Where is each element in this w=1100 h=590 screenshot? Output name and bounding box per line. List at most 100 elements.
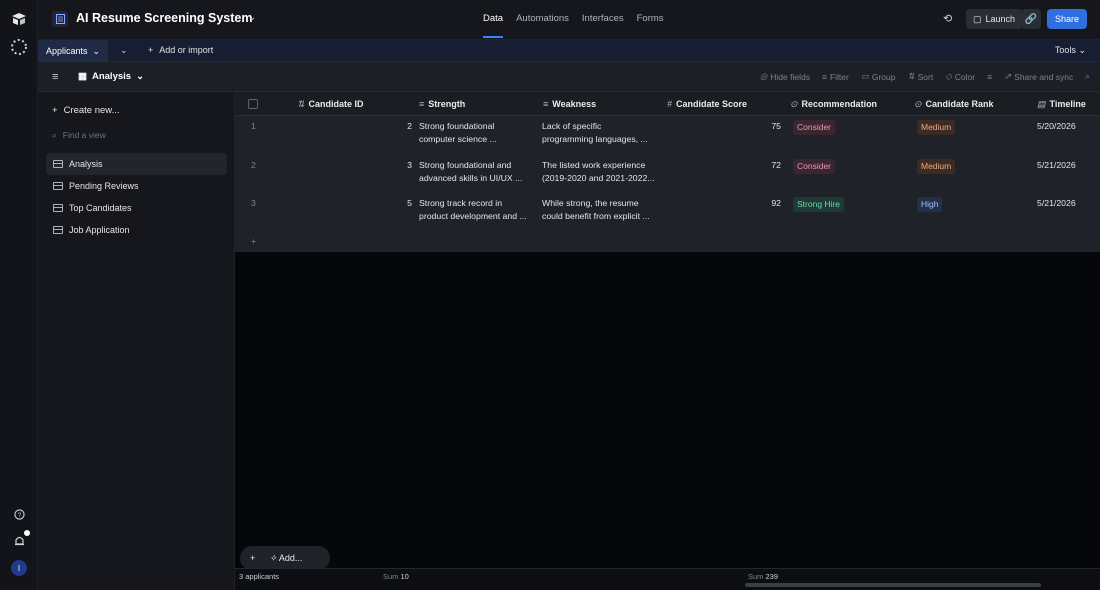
share-button[interactable]: Share bbox=[1047, 9, 1088, 29]
add-row-icon[interactable]: + bbox=[251, 235, 256, 248]
tab-automations[interactable]: Automations bbox=[516, 13, 569, 24]
column-header-recommendation[interactable]: ⊙ Recommendation bbox=[790, 99, 877, 110]
eye-off-icon: ◎ bbox=[759, 71, 768, 81]
svg-text:?: ? bbox=[17, 511, 21, 518]
tab-forms[interactable]: Forms bbox=[637, 13, 664, 24]
candidate-id-cell[interactable]: 2 bbox=[392, 120, 412, 133]
plus-icon: + bbox=[148, 45, 154, 55]
table-tab-applicants[interactable]: Applicants ⌄ bbox=[38, 40, 109, 62]
airtable-logo-icon[interactable] bbox=[10, 10, 28, 28]
timeline-cell[interactable]: 5/21/2026 bbox=[1037, 159, 1076, 172]
nav-tabs: Data Automations Interfaces Forms bbox=[483, 13, 664, 38]
column-label: Weakness bbox=[552, 99, 597, 109]
filter-button[interactable]: ≡ Filter bbox=[822, 71, 849, 82]
strength-cell[interactable]: Strong track record in product developme… bbox=[419, 197, 537, 223]
search-icon[interactable]: ⌕ bbox=[1085, 71, 1090, 82]
history-icon[interactable]: ⟲ bbox=[943, 12, 952, 25]
view-switcher[interactable]: ▦ Analysis ⌄ bbox=[78, 71, 144, 82]
view-item-top-candidates[interactable]: Top Candidates bbox=[46, 197, 227, 219]
horizontal-scrollbar[interactable] bbox=[745, 583, 1041, 587]
launch-button[interactable]: ▢ Launch bbox=[966, 9, 1023, 29]
app-rail: ? I bbox=[0, 0, 38, 590]
grid-view-icon bbox=[53, 204, 63, 212]
row-number: 1 bbox=[251, 121, 256, 131]
tools-menu[interactable]: Tools ⌄ bbox=[1055, 45, 1086, 56]
row-number: 2 bbox=[251, 160, 256, 170]
calendar-icon: ▤ bbox=[1037, 99, 1046, 109]
paint-bucket-icon: ◇ bbox=[945, 71, 952, 81]
recommendation-pill[interactable]: Strong Hire bbox=[793, 197, 844, 212]
strength-line: product development and ... bbox=[419, 211, 527, 221]
weakness-cell[interactable]: Lack of specific programming languages, … bbox=[542, 120, 660, 146]
recommendation-pill[interactable]: Consider bbox=[793, 120, 836, 135]
column-header-candidate-score[interactable]: # Candidate Score bbox=[667, 99, 747, 109]
sum-candidate-id[interactable]: Sum 10 bbox=[383, 572, 409, 581]
candidate-rank-pill[interactable]: High bbox=[917, 197, 943, 212]
add-or-import-button[interactable]: + Add or import bbox=[148, 45, 213, 55]
candidate-score-cell[interactable]: 92 bbox=[761, 197, 781, 210]
view-item-pending-reviews[interactable]: Pending Reviews bbox=[46, 175, 227, 197]
candidate-rank-pill[interactable]: Medium bbox=[917, 159, 956, 174]
column-header-timeline[interactable]: ▤ Timeline bbox=[1037, 99, 1086, 110]
group-button[interactable]: ▭ Group bbox=[861, 71, 896, 82]
row-height-button[interactable]: ≡ bbox=[987, 71, 992, 82]
hide-fields-button[interactable]: ◎ Hide fields bbox=[760, 71, 810, 82]
strength-line: Strong foundational and bbox=[419, 160, 512, 170]
grid-view-icon: ▦ bbox=[78, 71, 87, 82]
timeline-cell[interactable]: 5/20/2026 bbox=[1037, 120, 1076, 133]
candidate-id-cell[interactable]: 3 bbox=[392, 159, 412, 172]
hamburger-menu-icon[interactable]: ≡ bbox=[52, 71, 58, 83]
find-view-placeholder: Find a view bbox=[62, 130, 106, 140]
find-view-input[interactable]: ⌕ Find a view bbox=[52, 130, 106, 141]
sum-value: 10 bbox=[400, 572, 409, 581]
column-header-candidate-id[interactable]: ⇅ Candidate ID bbox=[297, 99, 364, 110]
create-new-button[interactable]: + Create new... bbox=[52, 105, 120, 116]
color-button[interactable]: ◇ Color bbox=[945, 71, 975, 82]
table-row[interactable]: 1 2 Strong foundational computer science… bbox=[235, 120, 1100, 158]
add-with-ai-button[interactable]: ✧ Add... bbox=[269, 553, 302, 564]
column-label: Candidate Rank bbox=[925, 99, 994, 109]
sort-button[interactable]: ⇅ Sort bbox=[907, 71, 933, 82]
number-icon: # bbox=[667, 99, 673, 109]
view-item-label: Job Application bbox=[69, 225, 130, 235]
weakness-line: The listed work experience bbox=[542, 160, 646, 170]
view-item-analysis[interactable]: Analysis bbox=[46, 153, 227, 175]
row-height-icon: ≡ bbox=[987, 71, 993, 82]
loading-spinner-icon bbox=[10, 38, 28, 56]
recommendation-pill[interactable]: Consider bbox=[793, 159, 836, 174]
chevron-down-icon: ⌄ bbox=[136, 71, 145, 82]
strength-cell[interactable]: Strong foundational computer science ... bbox=[419, 120, 537, 146]
candidate-score-cell[interactable]: 75 bbox=[761, 120, 781, 133]
timeline-cell[interactable]: 5/21/2026 bbox=[1037, 197, 1076, 210]
column-header-strength[interactable]: ≡ Strength bbox=[419, 99, 465, 109]
candidate-score-cell[interactable]: 72 bbox=[761, 159, 781, 172]
candidate-id-cell[interactable]: 5 bbox=[392, 197, 412, 210]
strength-line: advanced skills in UI/UX ... bbox=[419, 173, 523, 183]
share-and-sync-button[interactable]: ⇗ Share and sync bbox=[1004, 71, 1073, 82]
weakness-cell[interactable]: The listed work experience (2019-2020 an… bbox=[542, 159, 660, 185]
add-record-plus-icon[interactable]: + bbox=[250, 553, 255, 563]
weakness-cell[interactable]: While strong, the resume could benefit f… bbox=[542, 197, 660, 223]
copy-link-icon[interactable]: 🔗 bbox=[1021, 9, 1041, 29]
view-item-job-application[interactable]: Job Application bbox=[46, 219, 227, 241]
column-header-candidate-rank[interactable]: ⊙ Candidate Rank bbox=[914, 99, 994, 110]
sum-candidate-score[interactable]: Sum 239 bbox=[748, 572, 778, 581]
strength-cell[interactable]: Strong foundational and advanced skills … bbox=[419, 159, 537, 185]
empty-grid-area bbox=[235, 252, 1100, 568]
table-row[interactable]: 3 5 Strong track record in product devel… bbox=[235, 197, 1100, 235]
table-row[interactable]: 2 3 Strong foundational and advanced ski… bbox=[235, 159, 1100, 197]
user-avatar[interactable]: I bbox=[11, 560, 27, 576]
single-select-icon: ⊙ bbox=[914, 99, 922, 109]
record-count: 3 applicants bbox=[239, 572, 280, 581]
tables-dropdown-icon[interactable]: ⌄ bbox=[120, 45, 128, 56]
share-sync-icon: ⇗ bbox=[1004, 71, 1012, 81]
column-header-weakness[interactable]: ≡ Weakness bbox=[543, 99, 596, 109]
base-title[interactable]: AI Resume Screening System bbox=[76, 11, 252, 25]
select-all-checkbox[interactable] bbox=[248, 99, 258, 109]
candidate-rank-pill[interactable]: Medium bbox=[917, 120, 956, 135]
autonumber-icon: ⇅ bbox=[297, 99, 305, 109]
help-icon[interactable]: ? bbox=[10, 505, 28, 523]
tab-data[interactable]: Data bbox=[483, 13, 504, 38]
tab-interfaces[interactable]: Interfaces bbox=[582, 13, 624, 24]
chevron-down-icon[interactable]: ⌄ bbox=[248, 12, 256, 23]
